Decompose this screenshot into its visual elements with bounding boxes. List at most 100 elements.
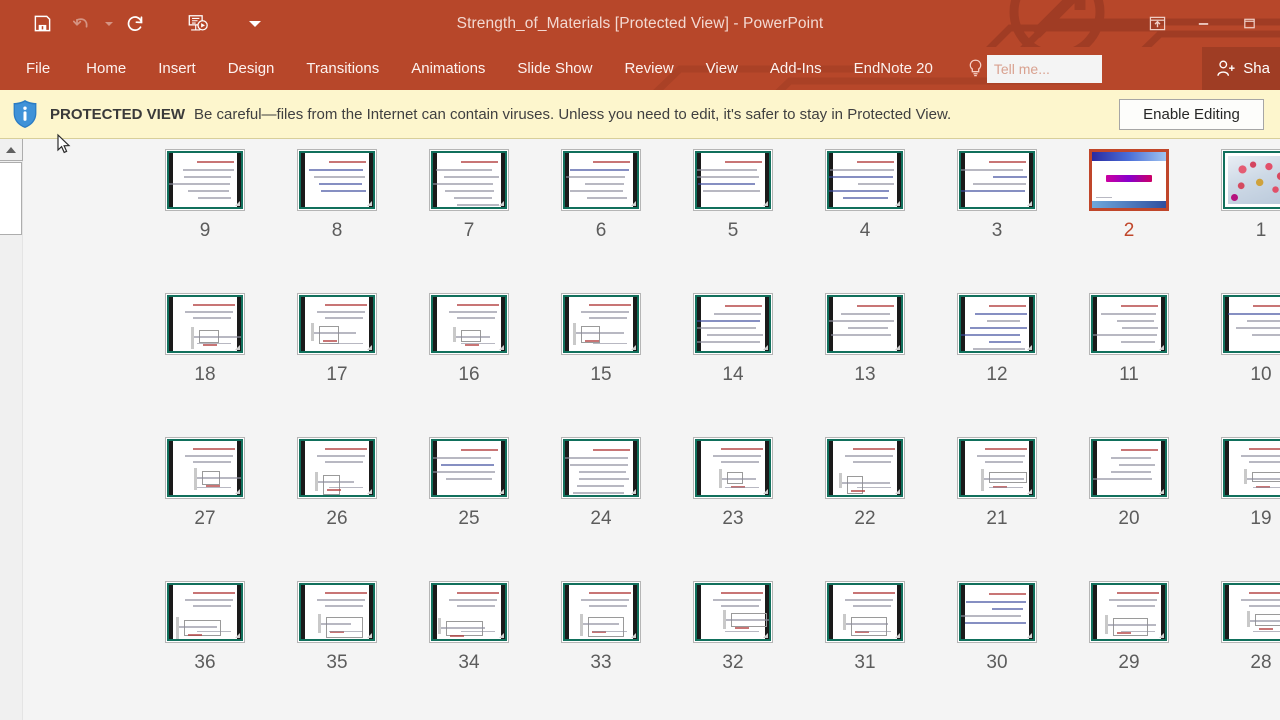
slide-preview-diagram [431,583,507,641]
start-slideshow-icon[interactable] [178,6,218,42]
slide-thumbnail-frame [1221,293,1280,355]
slide-thumbnail-24[interactable]: 24 [535,437,667,581]
slide-thumbnail-17[interactable]: 17 [271,293,403,437]
slide-thumbnail-pane[interactable]: 9 8 7 6 5 4 3 2 1 18 17 16 15 14 13 12 11 10 27 26 25 24 23 22 2… [23,139,1280,720]
slide-thumbnail-frame [1089,293,1169,355]
tab-endnote-20[interactable]: EndNote 20 [838,47,949,90]
tab-design[interactable]: Design [212,47,291,90]
protected-view-message: Be careful—files from the Internet can c… [194,105,952,123]
tab-view[interactable]: View [690,47,754,90]
slide-grid: 9 8 7 6 5 4 3 2 1 18 17 16 15 14 13 12 11 10 27 26 25 24 23 22 2… [23,149,1280,720]
slide-number-label: 2 [1123,220,1135,241]
slide-thumbnail-31[interactable]: 31 [799,581,931,720]
slide-thumbnail-14[interactable]: 14 [667,293,799,437]
slide-number-label: 20 [1118,508,1140,529]
slide-thumbnail-21[interactable]: 21 [931,437,1063,581]
slide-thumbnail-36[interactable]: 36 [139,581,271,720]
slide-thumbnail-frame [825,149,905,211]
slide-thumbnail-22[interactable]: 22 [799,437,931,581]
tab-transitions[interactable]: Transitions [290,47,395,90]
slide-thumbnail-23[interactable]: 23 [667,437,799,581]
tab-review[interactable]: Review [608,47,689,90]
tab-home[interactable]: Home [70,47,142,90]
enable-editing-button[interactable]: Enable Editing [1119,98,1264,130]
slide-thumbnail-frame [561,437,641,499]
slide-thumbnail-8[interactable]: 8 [271,149,403,293]
slide-preview-text [1223,295,1280,353]
slide-number-label: 12 [986,364,1008,385]
slide-thumbnail-9[interactable]: 9 [139,149,271,293]
tell-me-input[interactable]: Tell me... [986,54,1102,83]
slide-thumbnail-33[interactable]: 33 [535,581,667,720]
tab-file[interactable]: File [22,47,70,90]
slide-preview-diagram [959,439,1035,497]
slide-thumbnail-26[interactable]: 26 [271,437,403,581]
slide-thumbnail-27[interactable]: 27 [139,437,271,581]
scroll-up-arrow[interactable] [0,139,23,161]
share-button[interactable]: Sha [1202,47,1280,90]
slide-thumbnail-16[interactable]: 16 [403,293,535,437]
slide-thumbnail-25[interactable]: 25 [403,437,535,581]
slide-thumbnail-12[interactable]: 12 [931,293,1063,437]
slide-thumbnail-3[interactable]: 3 [931,149,1063,293]
slide-thumbnail-6[interactable]: 6 [535,149,667,293]
slide-thumbnail-4[interactable]: 4 [799,149,931,293]
slide-sorter-view: 9 8 7 6 5 4 3 2 1 18 17 16 15 14 13 12 11 10 27 26 25 24 23 22 2… [0,133,1280,720]
slide-thumbnail-2[interactable]: 2 [1063,149,1195,293]
slide-thumbnail-frame [165,293,245,355]
slide-preview-text [563,151,639,209]
slide-thumbnail-18[interactable]: 18 [139,293,271,437]
undo-dropdown-icon[interactable] [102,6,116,42]
slide-preview-text [827,151,903,209]
tab-slide-show[interactable]: Slide Show [501,47,608,90]
slide-thumbnail-28[interactable]: 28 [1195,581,1280,720]
slide-thumbnail-34[interactable]: 34 [403,581,535,720]
slide-thumbnail-11[interactable]: 11 [1063,293,1195,437]
slide-content-sketch [301,153,373,207]
slide-content-sketch [1093,585,1165,639]
restore-icon[interactable] [1226,7,1272,41]
slide-content-sketch [829,153,901,207]
save-icon[interactable] [22,6,62,42]
slide-thumbnail-10[interactable]: 10 [1195,293,1280,437]
slide-number-label: 19 [1250,508,1272,529]
slide-thumbnail-7[interactable]: 7 [403,149,535,293]
slide-preview-text [167,151,243,209]
vertical-scrollbar[interactable] [0,139,23,720]
slide-thumbnail-32[interactable]: 32 [667,581,799,720]
slide-content-sketch [697,297,769,351]
lightbulb-icon [965,59,987,78]
slide-thumbnail-30[interactable]: 30 [931,581,1063,720]
slide-number-label: 17 [326,364,348,385]
minimize-icon[interactable] [1180,7,1226,41]
slide-number-label: 3 [991,220,1003,241]
slide-thumbnail-15[interactable]: 15 [535,293,667,437]
slide-number-label: 25 [458,508,480,529]
slide-content-sketch [565,441,637,495]
scrollbar-thumb[interactable] [0,162,22,235]
slide-preview-text [1091,295,1167,353]
tab-animations[interactable]: Animations [395,47,501,90]
slide-thumbnail-19[interactable]: 19 [1195,437,1280,581]
undo-icon[interactable] [62,6,102,42]
customize-quick-access-toolbar-icon[interactable] [242,6,268,42]
slide-number-label: 21 [986,508,1008,529]
slide-number-label: 33 [590,652,612,673]
tab-insert[interactable]: Insert [142,47,212,90]
slide-number-label: 24 [590,508,612,529]
slide-thumbnail-20[interactable]: 20 [1063,437,1195,581]
slide-thumbnail-29[interactable]: 29 [1063,581,1195,720]
slide-number-label: 31 [854,652,876,673]
slide-thumbnail-13[interactable]: 13 [799,293,931,437]
slide-thumbnail-35[interactable]: 35 [271,581,403,720]
slide-number-label: 10 [1250,364,1272,385]
redo-icon[interactable] [116,6,156,42]
ribbon-display-options-icon[interactable] [1134,7,1180,41]
slide-preview-title [1092,152,1166,208]
slide-preview-text [959,151,1035,209]
slide-thumbnail-5[interactable]: 5 [667,149,799,293]
tab-add-ins[interactable]: Add-Ins [754,47,838,90]
slide-thumbnail-1[interactable]: 1 [1195,149,1280,293]
slide-thumbnail-frame [1221,437,1280,499]
ribbon-tab-bar: File Home Insert Design Transitions Anim… [0,47,1280,90]
